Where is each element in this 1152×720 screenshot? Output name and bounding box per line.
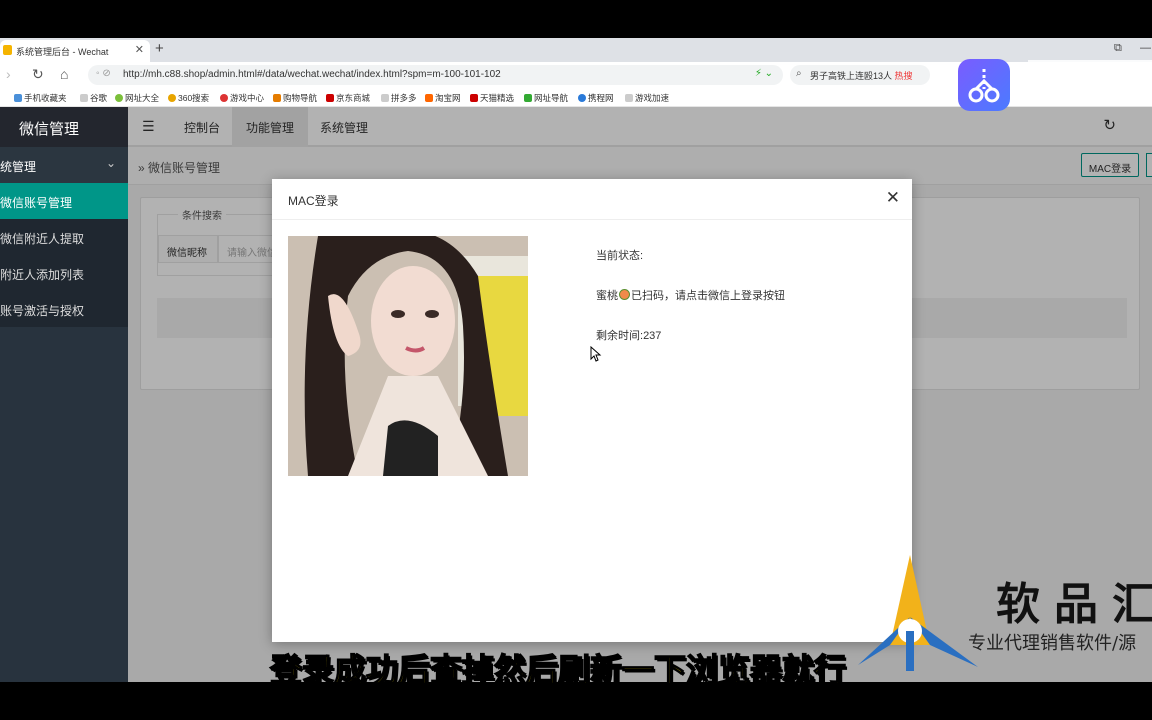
bookmark-item[interactable]: 拼多多 (381, 92, 417, 104)
status-label: 当前状态: (596, 250, 644, 262)
bookmark-item[interactable]: 网址大全 (115, 92, 159, 104)
watermark-brand: 软品汇 (996, 579, 1152, 630)
url-text: http://mh.c88.shop/admin.html#/data/wech… (123, 69, 501, 80)
dialog-title: MAC登录 ✕ (272, 179, 912, 220)
chevron-down-icon: ⌄ (105, 156, 116, 170)
restore-icon[interactable]: ⧉ (1114, 42, 1122, 55)
profile-photo (288, 236, 528, 476)
video-frame: 系统管理后台 - Wechat ✕ + ⧉ — › ↻ ⌂ ◦ ⊘ http:/… (0, 0, 1152, 720)
bookmark-item[interactable]: 游戏加速 (625, 92, 669, 104)
sidebar-item-nearby-extract[interactable]: 微信附近人提取 (0, 219, 128, 255)
insecure-icon: ◦ ⊘ (96, 68, 111, 79)
bookmark-item[interactable]: 网址导航 (524, 92, 568, 104)
status-text: 已扫码，请点击微信上登录按钮 (631, 290, 785, 302)
sidebar-item-wechat-accounts[interactable]: 微信账号管理 (0, 183, 128, 219)
mouse-cursor-icon (590, 346, 602, 362)
watermark-tagline: 专业代理销售软件/源 (968, 633, 1137, 654)
home-icon[interactable]: ⌂ (60, 66, 68, 82)
countdown: 剩余时间:237 (596, 327, 661, 343)
search-text: 男子高铁上连殴13人 (810, 71, 893, 81)
sidebar-item-activation[interactable]: 账号激活与授权 (0, 291, 128, 327)
bookmark-item[interactable]: 游戏中心 (220, 92, 264, 104)
bookmark-item[interactable]: 京东商城 (326, 92, 370, 104)
search-icon: ⌕ (796, 68, 802, 79)
time-label: 剩余时间: (596, 330, 644, 342)
bookmark-item[interactable]: 360搜索 (168, 92, 209, 104)
forward-icon[interactable]: › (6, 66, 11, 82)
close-icon[interactable]: ✕ (886, 188, 900, 208)
new-tab-button[interactable]: + (155, 40, 164, 57)
sidebar-title: 微信管理 (0, 107, 128, 147)
watermark-blur (1028, 60, 1152, 100)
browser-tab[interactable]: 系统管理后台 - Wechat ✕ (0, 40, 150, 62)
app-logo-icon (958, 59, 1010, 111)
bookmark-item[interactable]: 谷歌 (80, 92, 107, 104)
sidebar: 微信管理 统管理 ⌄ 微信账号管理 微信附近人提取 附近人添加列表 账号激活与授… (0, 107, 128, 682)
mac-login-dialog: MAC登录 ✕ 当前状态: 蜜桃 已扫码，请点击微信上登录按钮 剩余时间:237 (272, 179, 912, 642)
url-field[interactable]: ◦ ⊘ http://mh.c88.shop/admin.html#/data/… (88, 65, 783, 85)
sidebar-menu-label: 统管理 (0, 160, 37, 174)
search-input[interactable]: ⌕ 男子高铁上连殴13人 热搜 (790, 65, 930, 85)
close-tab-icon[interactable]: ✕ (135, 43, 144, 56)
peach-icon (619, 289, 630, 300)
sidebar-item-nearby-list[interactable]: 附近人添加列表 (0, 255, 128, 291)
time-value: 237 (643, 330, 662, 342)
minimize-icon[interactable]: — (1140, 42, 1151, 54)
bookmark-item[interactable]: 携程网 (578, 92, 614, 104)
brand-logo-icon (858, 555, 978, 671)
reload-icon[interactable]: ↻ (32, 66, 44, 83)
speed-icon[interactable]: ⚡ ⌄ (755, 68, 773, 79)
bookmark-item[interactable]: 手机收藏夹 (14, 92, 67, 104)
video-subtitle: 登录成功后查掉然后刷新一下浏览器就行 (269, 651, 847, 688)
tab-title: 系统管理后台 - Wechat (16, 47, 109, 57)
browser-window: 系统管理后台 - Wechat ✕ + ⧉ — › ↻ ⌂ ◦ ⊘ http:/… (0, 38, 1152, 682)
bookmark-item[interactable]: 天猫精选 (470, 92, 514, 104)
sidebar-menu-system[interactable]: 统管理 ⌄ (0, 147, 128, 183)
bookmark-item[interactable]: 购物导航 (273, 92, 317, 104)
hot-badge: 热搜 (894, 71, 913, 81)
status-message: 蜜桃 已扫码，请点击微信上登录按钮 (596, 287, 785, 303)
bookmark-item[interactable]: 淘宝网 (425, 92, 461, 104)
account-name: 蜜桃 (596, 290, 618, 302)
favicon-icon (3, 45, 12, 55)
